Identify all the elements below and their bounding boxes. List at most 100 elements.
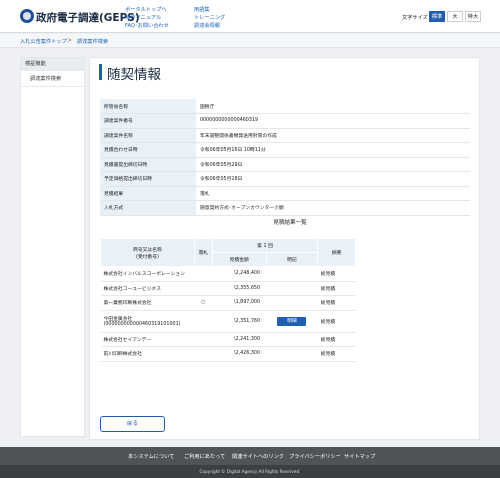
result-row: 第一業務印刷株式会社 ○ \1,897,000 総見積 bbox=[100, 295, 356, 311]
estimate-amount: \1,897,000 bbox=[212, 295, 267, 311]
detail-cell bbox=[266, 295, 318, 311]
title-accent-bar bbox=[99, 64, 102, 80]
glossary-link[interactable]: 用語集 bbox=[194, 6, 210, 13]
col-award-header: 落札 bbox=[193, 238, 213, 267]
detail-cell bbox=[266, 332, 318, 347]
result-row: 株式会社セイアンデー \2,241,300 総見積 bbox=[100, 332, 356, 347]
col-round-header: 第 1 回 bbox=[211, 238, 319, 253]
manual-link[interactable]: 操作マニュアル bbox=[125, 14, 161, 21]
detail-cell bbox=[266, 281, 318, 296]
site-header: 政府電子調達(GEPS) ポータルトップへ 操作マニュアル FAQ･お問い合わせ… bbox=[0, 0, 500, 33]
estimate-amount: \2,248,400 bbox=[212, 266, 267, 282]
col-note-header: 摘要 bbox=[317, 238, 356, 267]
info-value: 令和06年05月28日 bbox=[196, 171, 470, 187]
info-value: 随意契約方式･オープンカウンター少額 bbox=[196, 200, 470, 216]
results-title: 見積結果一覧 bbox=[273, 220, 307, 226]
footer-link-related[interactable]: 関連サイトへのリンク bbox=[232, 453, 284, 460]
info-row: 調達案件名称 年末調整関係書類発送用封筒の作成 bbox=[100, 128, 470, 143]
award-mark bbox=[194, 346, 213, 362]
col-amount-header: 見積金額 bbox=[211, 252, 267, 267]
font-size-xlarge-button[interactable]: 特大 bbox=[465, 11, 481, 22]
footer-link-sitemap[interactable]: サイトマップ bbox=[344, 453, 375, 460]
note-cell: 総見積 bbox=[317, 310, 356, 333]
note-cell: 総見積 bbox=[317, 266, 356, 282]
estimate-amount: \2,426,300 bbox=[212, 346, 267, 362]
award-mark bbox=[194, 281, 213, 296]
sidebar-item-search[interactable]: 調達案件検索 bbox=[21, 72, 84, 87]
case-info-table: 所管省名称 国税庁 調達案件番号 0000000000000460319 調達案件名称年… bbox=[100, 99, 470, 216]
supplier-name-text: 株式会社インバルスコーポレーション bbox=[103, 272, 185, 278]
note-cell: 総見積 bbox=[317, 281, 356, 296]
info-label: 調達案件番号 bbox=[100, 113, 196, 129]
info-row: 調達案件番号 0000000000000460319 bbox=[100, 113, 470, 129]
supplier-name-text: 前川印刷株式会社 bbox=[103, 352, 142, 358]
supplier-name: 株式会社コーユービジネス bbox=[100, 281, 195, 296]
training-link[interactable]: トレーニング bbox=[194, 14, 225, 21]
estimate-amount: \2,351,760 bbox=[212, 310, 267, 333]
info-label: 入札方式 bbox=[100, 200, 196, 216]
footer-link-usage[interactable]: ご利用にあたって bbox=[184, 453, 225, 460]
award-mark bbox=[194, 266, 213, 282]
result-row: 今田金属会社 (000000000000460319101001) \2,351,7… bbox=[100, 310, 356, 333]
info-row: 所管省名称 国税庁 bbox=[100, 99, 470, 114]
font-size-large-button[interactable]: 大 bbox=[447, 11, 463, 22]
award-mark: ○ bbox=[194, 295, 213, 311]
sidebar: 検証機能 調達案件検索 bbox=[20, 57, 85, 437]
detail-button[interactable]: 明細 bbox=[277, 316, 307, 326]
info-row: 見積書提出締切日時 令和06年05月29日 bbox=[100, 157, 470, 172]
supplier-name: 株式会社セイアンデー bbox=[100, 332, 195, 347]
award-mark bbox=[194, 310, 213, 333]
font-size-normal-button[interactable]: 標準 bbox=[429, 11, 445, 22]
col-supplier-label: 商号又は名称 bbox=[133, 247, 162, 253]
info-label: 見積合わせ日時 bbox=[100, 142, 196, 158]
font-size-label: 文字サイズ bbox=[402, 15, 428, 21]
estimate-amount: \2,241,300 bbox=[212, 332, 267, 347]
sidebar-heading: 検証機能 bbox=[21, 58, 84, 71]
detail-cell bbox=[266, 266, 318, 282]
copyright: Copyright © Digital Agency All Rights Re… bbox=[0, 465, 500, 478]
back-button[interactable]: 戻る bbox=[100, 416, 165, 432]
award-mark bbox=[194, 332, 213, 347]
info-label: 見積書提出締切日時 bbox=[100, 157, 196, 172]
portal-top-link[interactable]: ポータルトップへ bbox=[125, 6, 167, 13]
supplier-name-text: 株式会社コーユービジネス bbox=[103, 286, 162, 292]
info-label: 所管省名称 bbox=[100, 99, 196, 114]
info-value: 落札 bbox=[196, 186, 470, 201]
supplier-name-text: 第一業務印刷株式会社 bbox=[103, 301, 152, 307]
procurement-info-link[interactable]: 調達会情報 bbox=[194, 22, 220, 29]
footer-link-privacy[interactable]: プライバシーポリシー bbox=[289, 453, 341, 460]
supplier-name: 前川印刷株式会社 bbox=[100, 346, 195, 362]
note-cell: 総見積 bbox=[317, 295, 356, 311]
result-row: 株式会社コーユービジネス \2,355,650 総見積 bbox=[100, 281, 356, 296]
info-row: 見積結果 落札 bbox=[100, 186, 470, 201]
info-row: 見積合わせ日時 令和06年05月16日 10時11分 bbox=[100, 142, 470, 158]
info-value: 年末調整関係書類発送用封筒の作成 bbox=[196, 128, 470, 143]
breadcrumb-separator: > bbox=[67, 37, 73, 44]
breadcrumb-item-search[interactable]: 調達案件検索 bbox=[77, 38, 108, 45]
result-row: 株式会社インバルスコーポレーション \2,248,400 総見積 bbox=[100, 266, 356, 282]
note-cell: 総見積 bbox=[317, 346, 356, 362]
supplier-receipt-number: (000000000000460319101001) bbox=[103, 322, 181, 327]
info-label: 見積結果 bbox=[100, 186, 196, 201]
faq-link[interactable]: FAQ･お問い合わせ bbox=[125, 22, 169, 29]
footer-link-about[interactable]: 本システムについて bbox=[128, 453, 174, 460]
breadcrumb-item-top[interactable]: 入札公告案件トップ bbox=[20, 38, 67, 45]
info-value: 国税庁 bbox=[196, 99, 470, 114]
page-title: 随契情報 bbox=[107, 67, 161, 83]
supplier-name: 株式会社インバルスコーポレーション bbox=[100, 266, 195, 282]
info-row: 入札方式 随意契約方式･オープンカウンター少額 bbox=[100, 200, 470, 216]
col-detail-header: 明記 bbox=[265, 252, 319, 267]
info-label: 予定価格提出締切日時 bbox=[100, 171, 196, 187]
col-supplier-header: 商号又は名称 (受付番号) bbox=[100, 238, 195, 267]
supplier-name: 今田金属会社 (000000000000460319101001) bbox=[100, 310, 195, 333]
supplier-name-text: 株式会社セイアンデー bbox=[103, 337, 152, 343]
detail-cell: 明細 bbox=[266, 310, 318, 333]
geps-logo[interactable] bbox=[20, 9, 34, 23]
info-value: 令和06年05月16日 10時11分 bbox=[196, 142, 470, 158]
results-table: 商号又は名称 (受付番号) 落札 第 1 回 摘要 見積金額 明記 株式会社イン… bbox=[100, 238, 356, 362]
estimate-amount: \2,355,650 bbox=[212, 281, 267, 296]
info-row: 予定価格提出締切日時 令和06年05月28日 bbox=[100, 171, 470, 187]
info-label: 調達案件名称 bbox=[100, 128, 196, 143]
info-value: 令和06年05月29日 bbox=[196, 157, 470, 172]
breadcrumb bbox=[0, 34, 500, 48]
